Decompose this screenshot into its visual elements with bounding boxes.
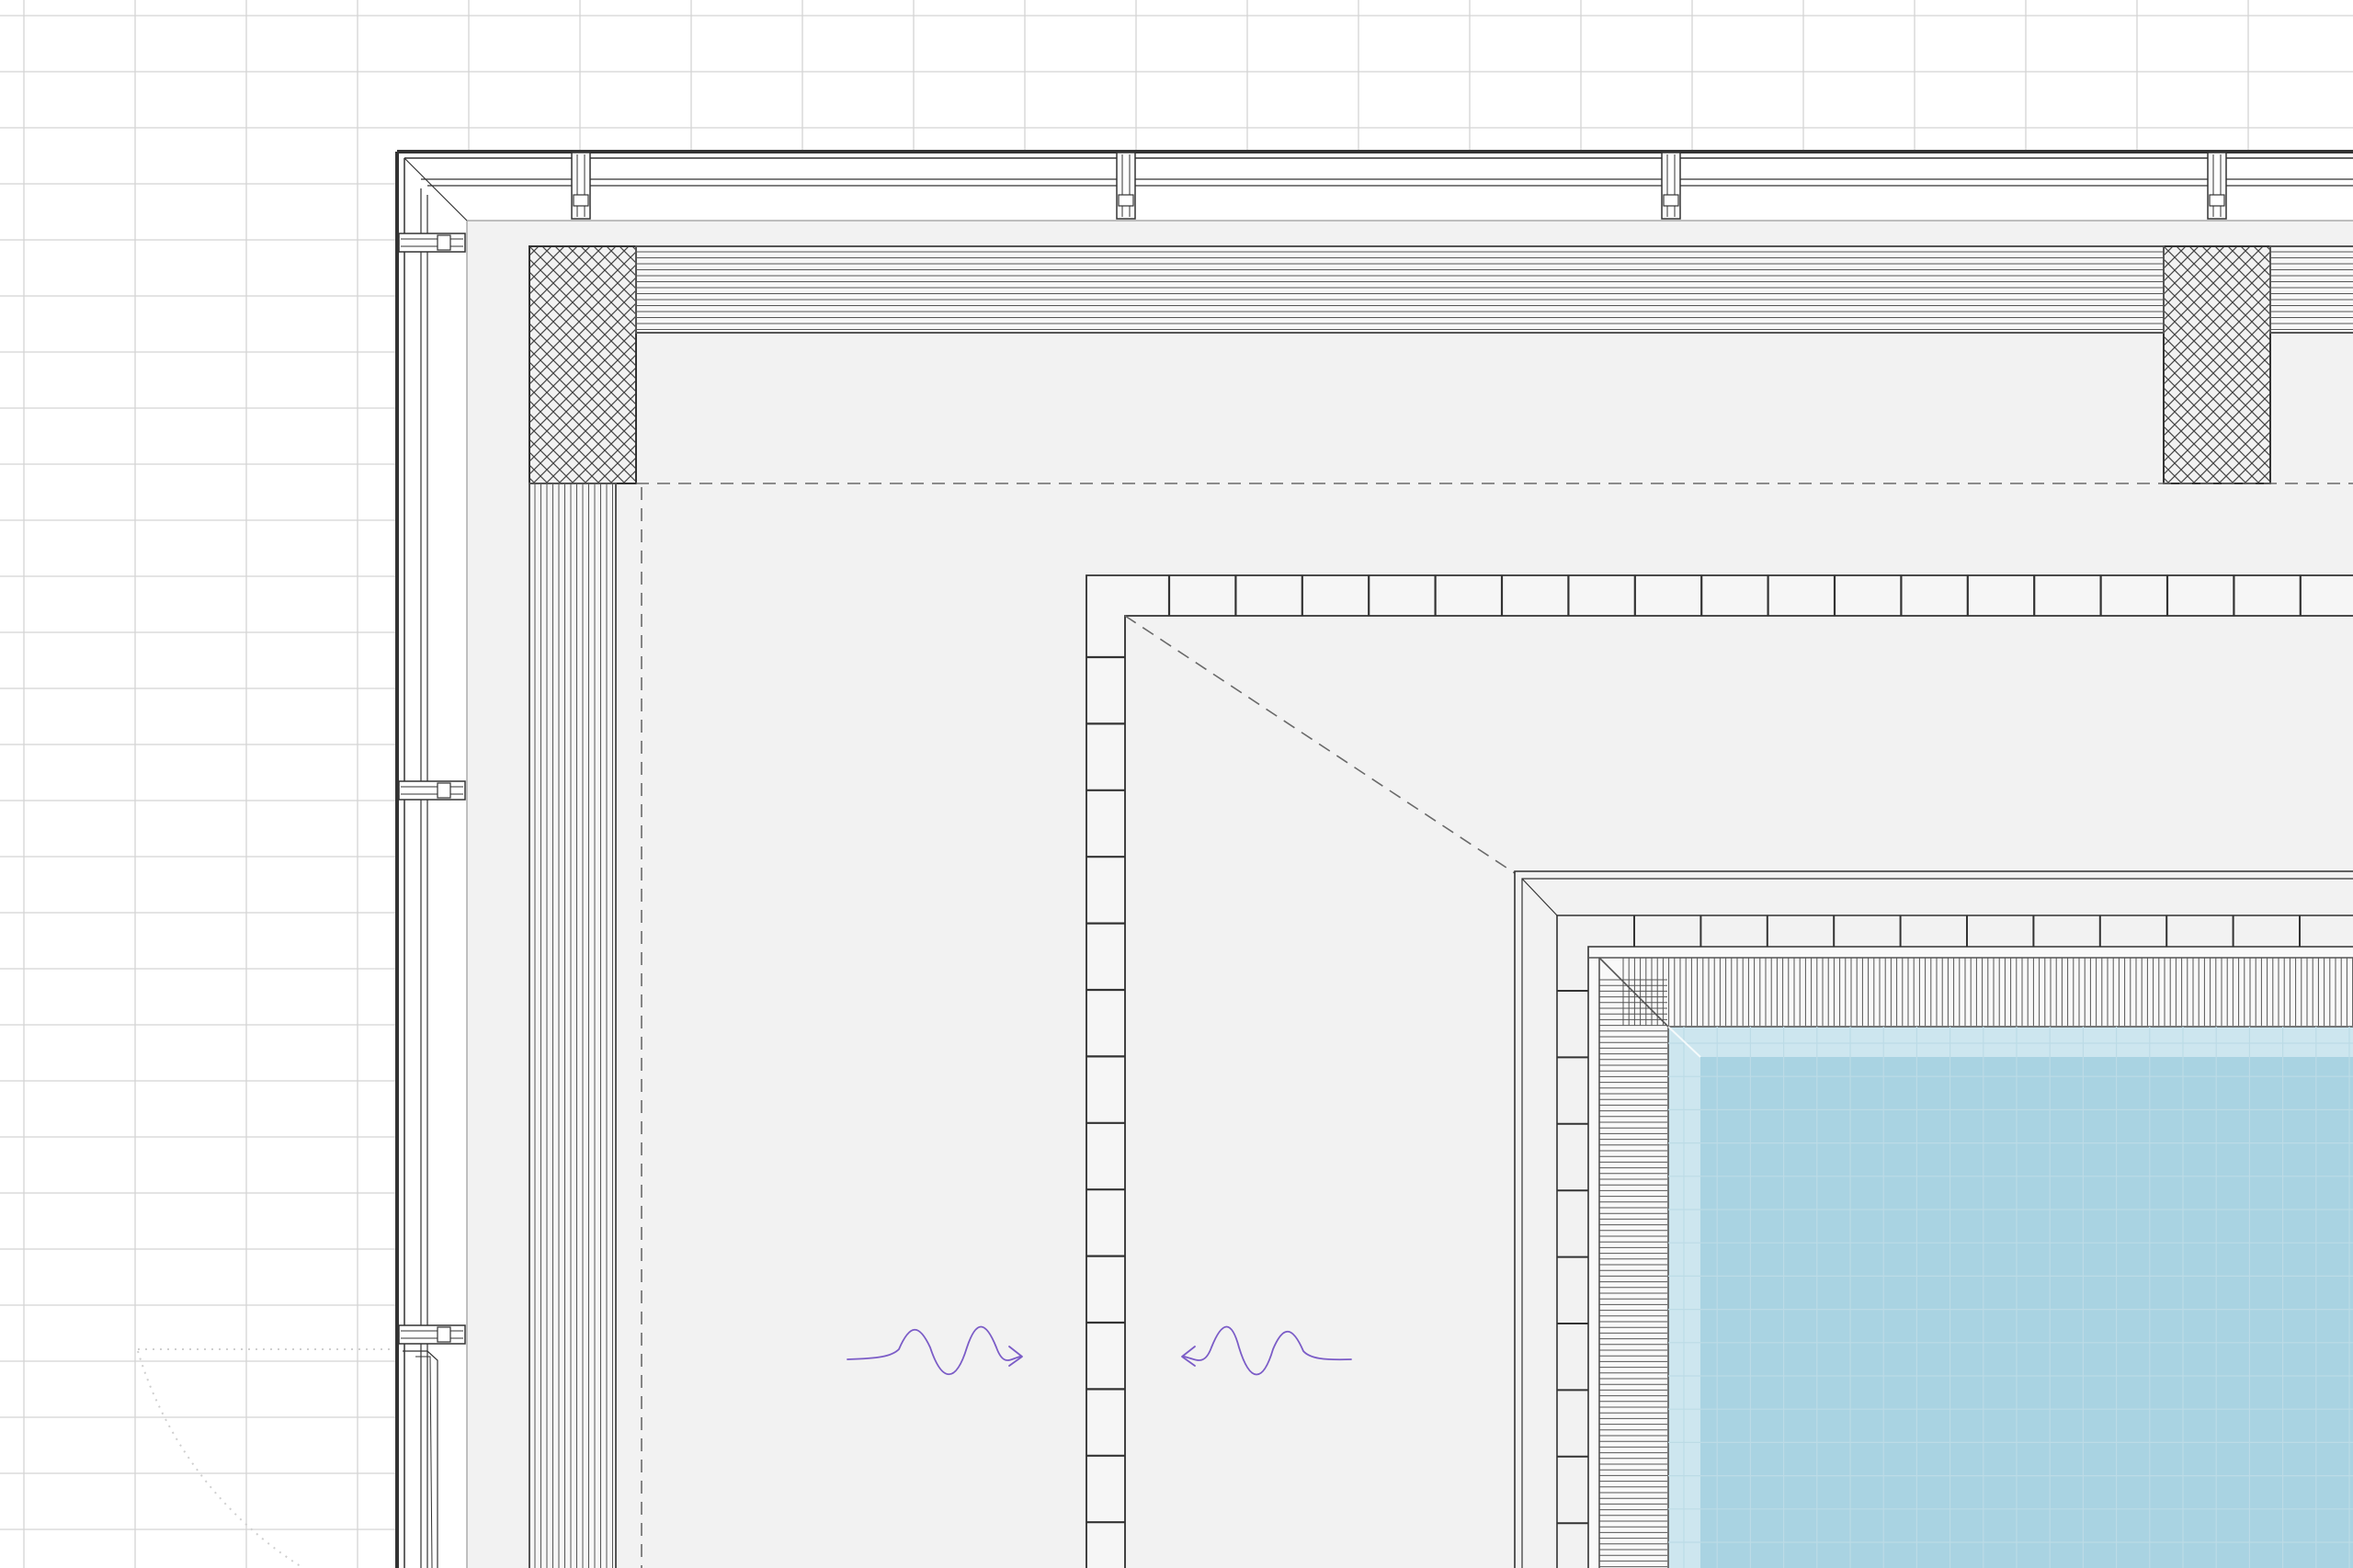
mullion-clip bbox=[437, 782, 451, 799]
mullion-left bbox=[398, 233, 466, 253]
mullion-clip bbox=[2209, 194, 2225, 207]
mullion-body bbox=[1116, 152, 1136, 220]
grating-left-fill bbox=[1589, 948, 1668, 1568]
column-corner bbox=[529, 245, 637, 484]
mullion-left bbox=[398, 780, 466, 801]
pool-water bbox=[1667, 1026, 2353, 1568]
mullion-body bbox=[1661, 152, 1681, 220]
pool-water-surface bbox=[1700, 1057, 2353, 1568]
mullion-body bbox=[2207, 152, 2227, 220]
mullion-top bbox=[1116, 152, 1136, 220]
beam-top-right-outline bbox=[2269, 245, 2353, 334]
mullion-top bbox=[571, 152, 591, 220]
beam-left-outline bbox=[529, 483, 617, 1568]
mullion-body bbox=[571, 152, 591, 220]
mullion-clip bbox=[437, 1326, 451, 1343]
beam-left bbox=[529, 483, 617, 1568]
beam-top-outline bbox=[635, 245, 2165, 334]
mullion-body bbox=[398, 233, 466, 253]
tile-strip-left bbox=[1087, 576, 1124, 1568]
mullion-clip bbox=[1118, 194, 1134, 207]
mullion-body bbox=[398, 780, 466, 801]
mullion-left bbox=[398, 1324, 466, 1345]
mullion-clip bbox=[1663, 194, 1679, 207]
beam-top bbox=[635, 245, 2353, 334]
mullion-clip bbox=[573, 194, 589, 207]
mullion-top bbox=[2207, 152, 2227, 220]
mullion-top bbox=[1661, 152, 1681, 220]
tile-strip-top bbox=[1087, 576, 2353, 615]
column-top-right bbox=[2163, 245, 2271, 484]
mullion-body bbox=[398, 1324, 466, 1345]
plan-drawing bbox=[0, 0, 2353, 1568]
mullion-clip bbox=[437, 234, 451, 251]
